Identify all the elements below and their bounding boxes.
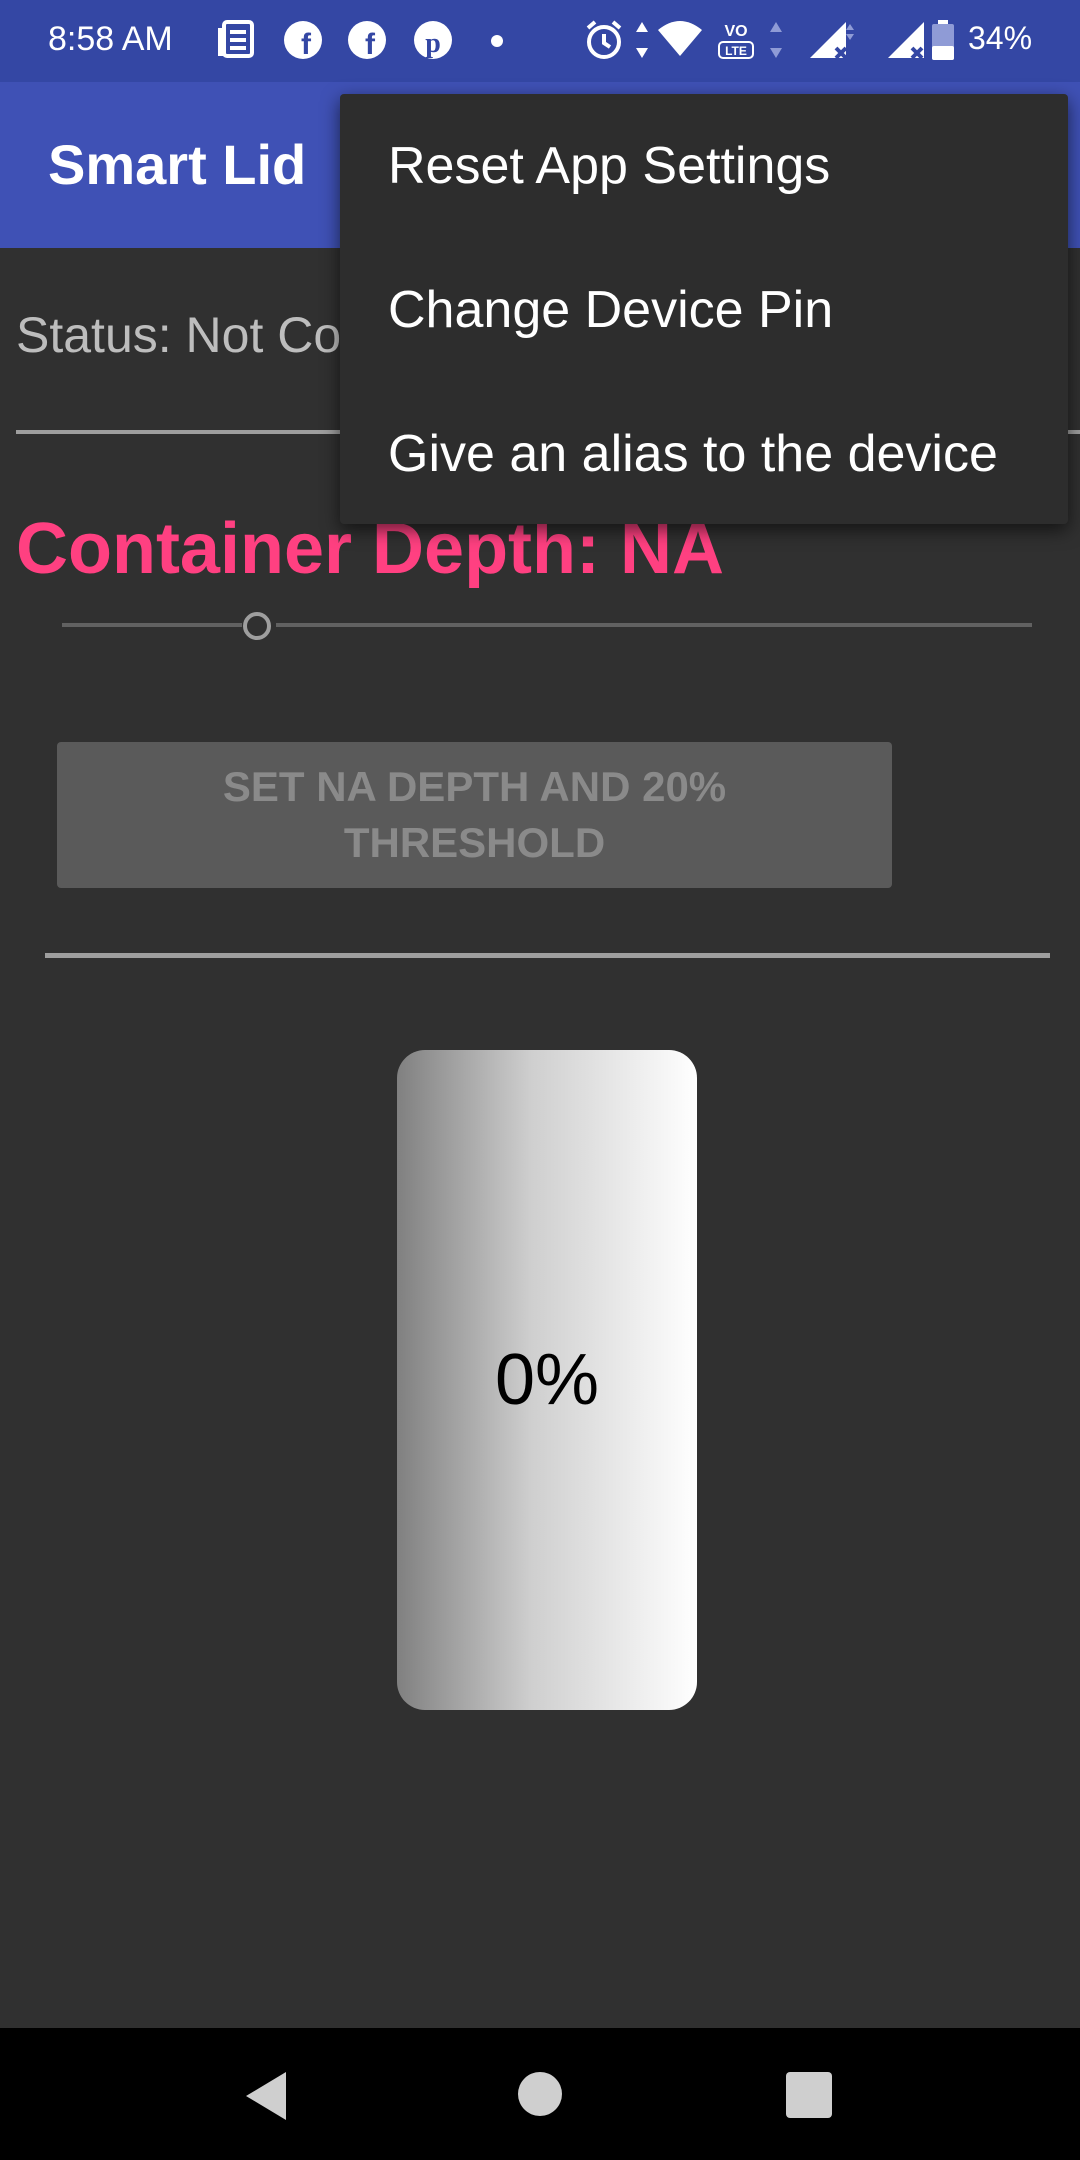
- facebook-icon: f: [282, 18, 324, 67]
- data-arrows-icon: [632, 18, 652, 67]
- data-arrows-icon: [766, 18, 786, 67]
- overflow-menu: Reset App Settings Change Device Pin Giv…: [340, 94, 1068, 524]
- home-icon[interactable]: [518, 2072, 562, 2116]
- fill-level-percent: 0%: [494, 1340, 600, 1420]
- pinterest-icon: p: [412, 18, 454, 67]
- menu-item-reset-app-settings[interactable]: Reset App Settings: [388, 136, 830, 196]
- svg-text:f: f: [301, 28, 312, 61]
- wifi-icon: [656, 18, 704, 67]
- back-icon[interactable]: [246, 2072, 286, 2120]
- divider: [45, 953, 1050, 958]
- svg-text:VO: VO: [724, 23, 747, 40]
- signal-icon: [884, 18, 928, 67]
- navigation-bar: [0, 2028, 1080, 2160]
- battery-icon: [930, 18, 956, 67]
- dot-icon: [490, 34, 504, 53]
- facebook-icon: f: [346, 18, 388, 67]
- slider-track: [276, 623, 1032, 627]
- slider-track: [62, 623, 242, 627]
- signal-icon: [806, 18, 856, 67]
- set-depth-threshold-button[interactable]: SET NA DEPTH AND 20% THRESHOLD: [57, 742, 892, 888]
- status-time: 8:58 AM: [48, 20, 173, 58]
- volte-icon: VO LTE: [716, 18, 756, 67]
- menu-item-give-alias[interactable]: Give an alias to the device: [388, 424, 998, 484]
- svg-text:f: f: [365, 28, 376, 61]
- app-title: Smart Lid: [48, 133, 307, 196]
- connection-status: Status: Not Co: [16, 307, 342, 363]
- recent-apps-icon[interactable]: [786, 2072, 832, 2118]
- svg-text:p: p: [425, 28, 441, 59]
- fill-level-indicator: 0%: [397, 1050, 697, 1710]
- menu-item-change-device-pin[interactable]: Change Device Pin: [388, 280, 833, 340]
- alarm-icon: [584, 18, 624, 67]
- svg-text:LTE: LTE: [725, 44, 747, 58]
- news-icon: [216, 18, 256, 67]
- slider-thumb[interactable]: [243, 612, 271, 640]
- battery-percent: 34%: [968, 20, 1033, 56]
- status-bar: 8:58 AM f f p VO LTE 34%: [0, 0, 1080, 82]
